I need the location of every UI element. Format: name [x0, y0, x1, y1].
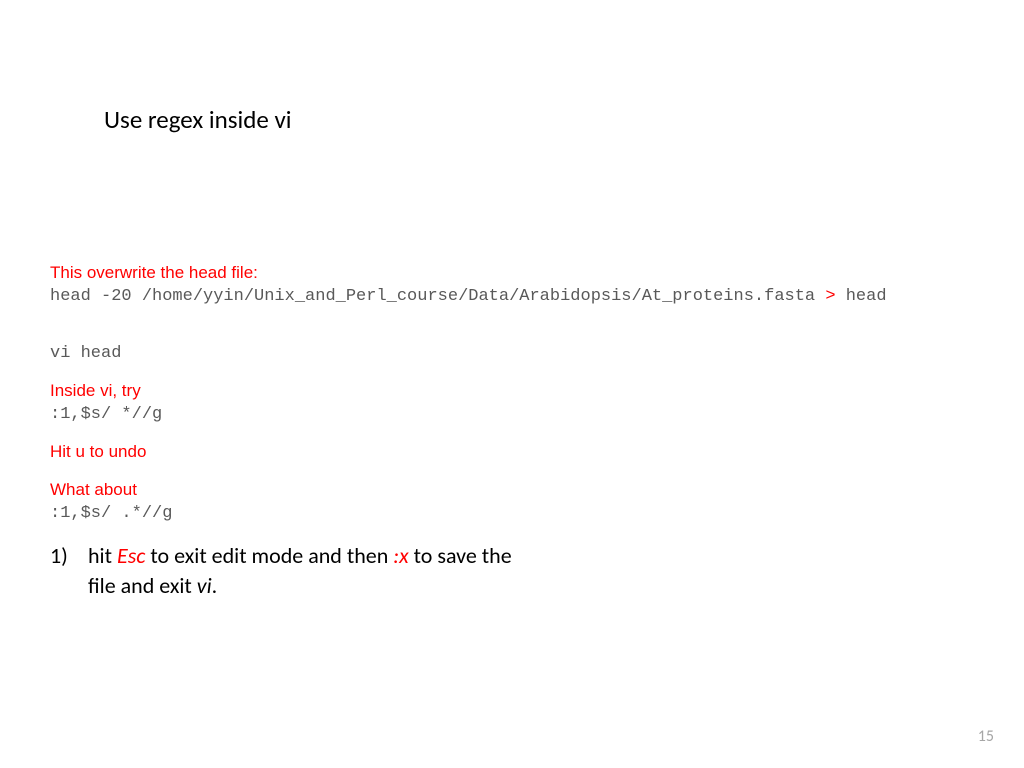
cmd-regex-1: :1,$s/ *//g [50, 405, 974, 424]
slide-title: Use regex inside vi [104, 104, 291, 135]
redirect-symbol: > [825, 287, 835, 306]
step-list: 1)hit Esc to exit edit mode and then :x … [50, 541, 518, 600]
key-esc: Esc [117, 542, 145, 569]
note-undo: Hit u to undo [50, 442, 974, 462]
note-overwrite: This overwrite the head file: [50, 263, 974, 283]
note-inside-vi: Inside vi, try [50, 381, 974, 401]
cmd-head: head -20 /home/yyin/Unix_and_Perl_course… [50, 287, 974, 306]
step-number: 1) [50, 541, 88, 571]
content-block: This overwrite the head file: head -20 /… [50, 263, 974, 523]
note-what-about: What about [50, 480, 974, 500]
key-x: :x [393, 542, 408, 569]
vi-name: vi [197, 572, 212, 599]
cmd-head-a: head -20 /home/yyin/Unix_and_Perl_course… [50, 287, 825, 306]
step-p4: . [212, 572, 218, 599]
cmd-vi: vi head [50, 344, 974, 363]
step-p2: to exit edit mode and then [145, 542, 393, 569]
cmd-head-b: head [836, 287, 887, 306]
cmd-regex-2: :1,$s/ .*//g [50, 504, 974, 523]
page-number: 15 [978, 727, 994, 746]
step-text: hit Esc to exit edit mode and then :x to… [88, 541, 518, 600]
step-p1: hit [88, 542, 117, 569]
